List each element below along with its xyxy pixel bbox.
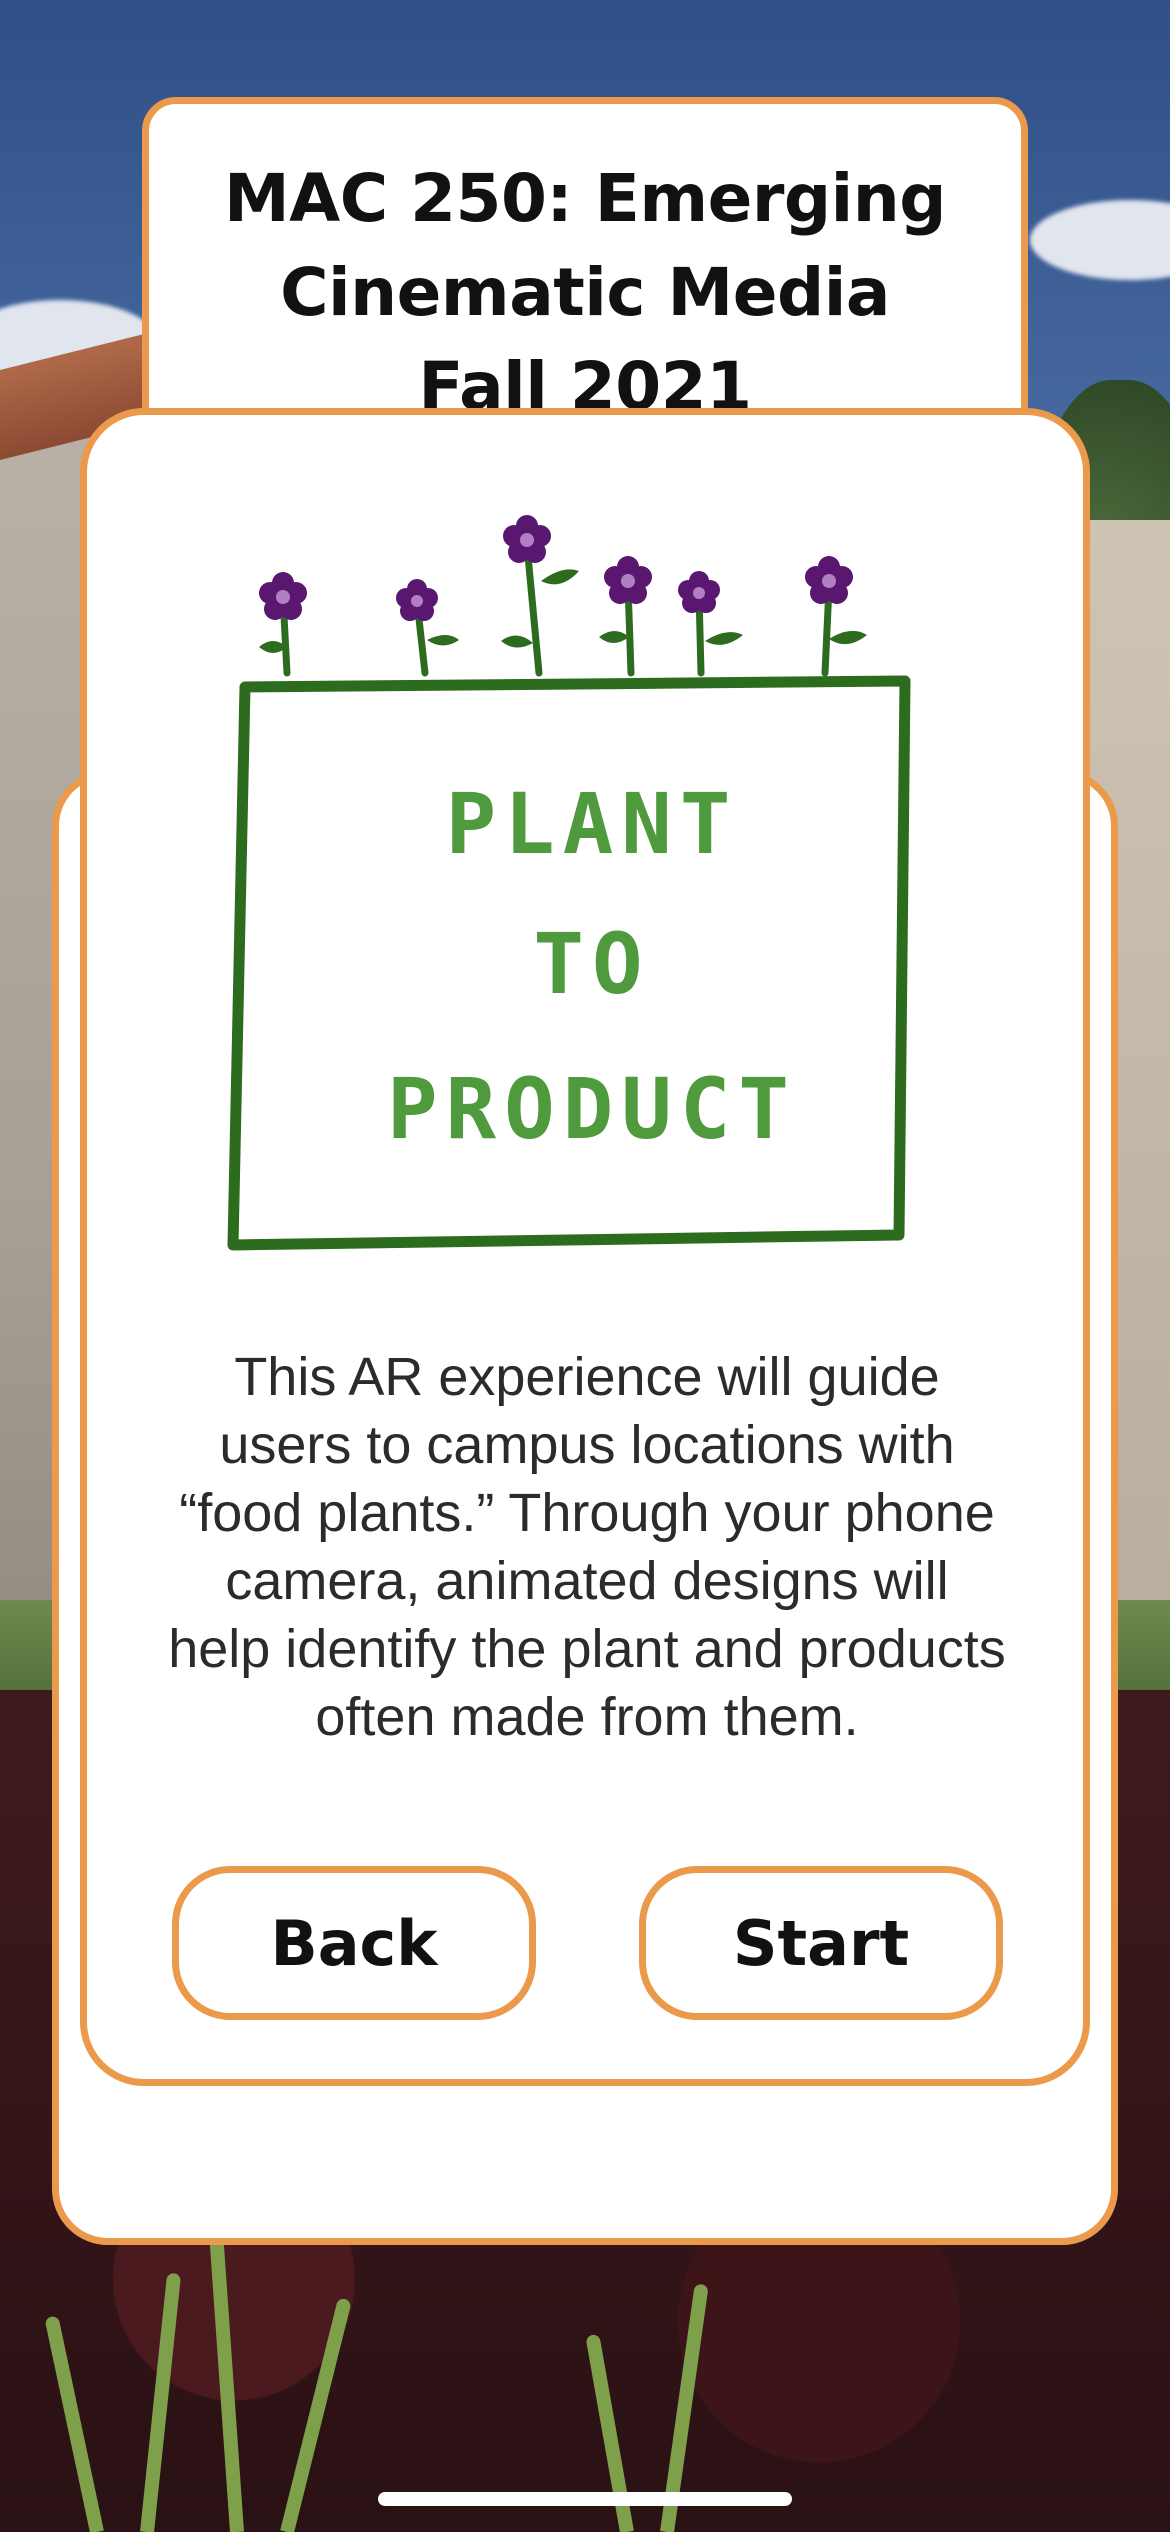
logo-line-3: PRODUCT — [386, 1060, 797, 1158]
flowers — [259, 515, 853, 621]
plant-to-product-logo: PLANT TO PRODUCT — [87, 415, 1097, 1315]
back-button[interactable]: Back — [172, 1866, 536, 2020]
course-title: MAC 250: Emerging Cinematic Media Fall 2… — [149, 152, 1021, 434]
experience-description: This AR experience will guide users to c… — [168, 1347, 1006, 1747]
intro-card: PLANT TO PRODUCT This AR experience will… — [80, 408, 1090, 2086]
home-indicator[interactable] — [378, 2492, 792, 2506]
course-title-line-1: MAC 250: Emerging — [223, 160, 947, 237]
course-title-line-2: Cinematic Media — [280, 254, 890, 331]
logo-line-1: PLANT — [445, 775, 739, 873]
logo-line-2: TO — [533, 915, 651, 1013]
start-button[interactable]: Start — [639, 1866, 1003, 2020]
